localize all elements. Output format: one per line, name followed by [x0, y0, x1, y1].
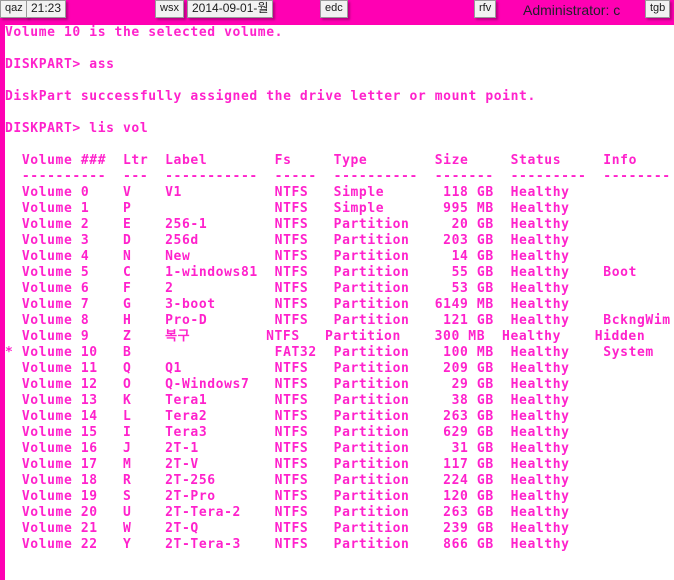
console-line: DISKPART> lis vol [5, 121, 149, 136]
console-line: Volume 16 J 2T-1 NTFS Partition 31 GB He… [5, 441, 604, 456]
console-line: Volume ### Ltr Label Fs Type Size Status… [5, 153, 637, 168]
diskpart-console-window[interactable]: Volume 10 is the selected volume. DISKPA… [0, 25, 674, 580]
console-line: DISKPART> ass [5, 57, 115, 72]
console-line: Volume 8 H Pro-D NTFS Partition 121 GB H… [5, 313, 671, 328]
console-line: Volume 5 C 1-windows81 NTFS Partition 55… [5, 265, 637, 280]
taskbar-chip-wsx[interactable]: wsx [155, 0, 184, 18]
console-line: ---------- --- ----------- ----- -------… [5, 169, 671, 184]
taskbar-clock[interactable]: 21:23 [26, 0, 67, 18]
console-line: Volume 7 G 3-boot NTFS Partition 6149 MB… [5, 297, 604, 312]
console-line: Volume 4 N New NTFS Partition 14 GB Heal… [5, 249, 604, 264]
console-line: Volume 13 K Tera1 NTFS Partition 38 GB H… [5, 393, 604, 408]
console-line: Volume 2 E 256-1 NTFS Partition 20 GB He… [5, 217, 604, 232]
console-line: Volume 17 M 2T-V NTFS Partition 117 GB H… [5, 457, 604, 472]
console-line: Volume 10 is the selected volume. [5, 25, 284, 40]
console-line: Volume 11 Q Q1 NTFS Partition 209 GB Hea… [5, 361, 604, 376]
console-line: Volume 20 U 2T-Tera-2 NTFS Partition 263… [5, 505, 604, 520]
console-line: Volume 6 F 2 NTFS Partition 53 GB Health… [5, 281, 604, 296]
console-line: * Volume 10 B FAT32 Partition 100 MB Hea… [5, 345, 654, 360]
console-line: Volume 19 S 2T-Pro NTFS Partition 120 GB… [5, 489, 604, 504]
taskbar-chip-edc[interactable]: edc [320, 0, 348, 18]
console-line: DiskPart successfully assigned the drive… [5, 89, 536, 104]
console-line: Volume 22 Y 2T-Tera-3 NTFS Partition 866… [5, 537, 604, 552]
console-line: Volume 0 V V1 NTFS Simple 118 GB Healthy [5, 185, 604, 200]
console-line: Volume 14 L Tera2 NTFS Partition 263 GB … [5, 409, 604, 424]
console-line: Volume 9 Z 복구 NTFS Partition 300 MB Heal… [5, 329, 646, 344]
console-line: Volume 21 W 2T-Q NTFS Partition 239 GB H… [5, 521, 604, 536]
console-line: Volume 3 D 256d NTFS Partition 203 GB He… [5, 233, 604, 248]
taskbar-date[interactable]: 2014-09-01-월 [187, 0, 274, 18]
console-line: Volume 1 P NTFS Simple 995 MB Healthy [5, 201, 604, 216]
console-line: Volume 15 I Tera3 NTFS Partition 629 GB … [5, 425, 604, 440]
console-line: Volume 18 R 2T-256 NTFS Partition 224 GB… [5, 473, 604, 488]
taskbar-chip-rfv[interactable]: rfv [474, 0, 497, 18]
console-output: Volume 10 is the selected volume. DISKPA… [5, 25, 674, 553]
taskbar-chip-qaz[interactable]: qaz [0, 0, 28, 18]
console-line: Volume 12 O Q-Windows7 NTFS Partition 29… [5, 377, 604, 392]
taskbar-chip-tgb[interactable]: tgb [645, 0, 671, 18]
